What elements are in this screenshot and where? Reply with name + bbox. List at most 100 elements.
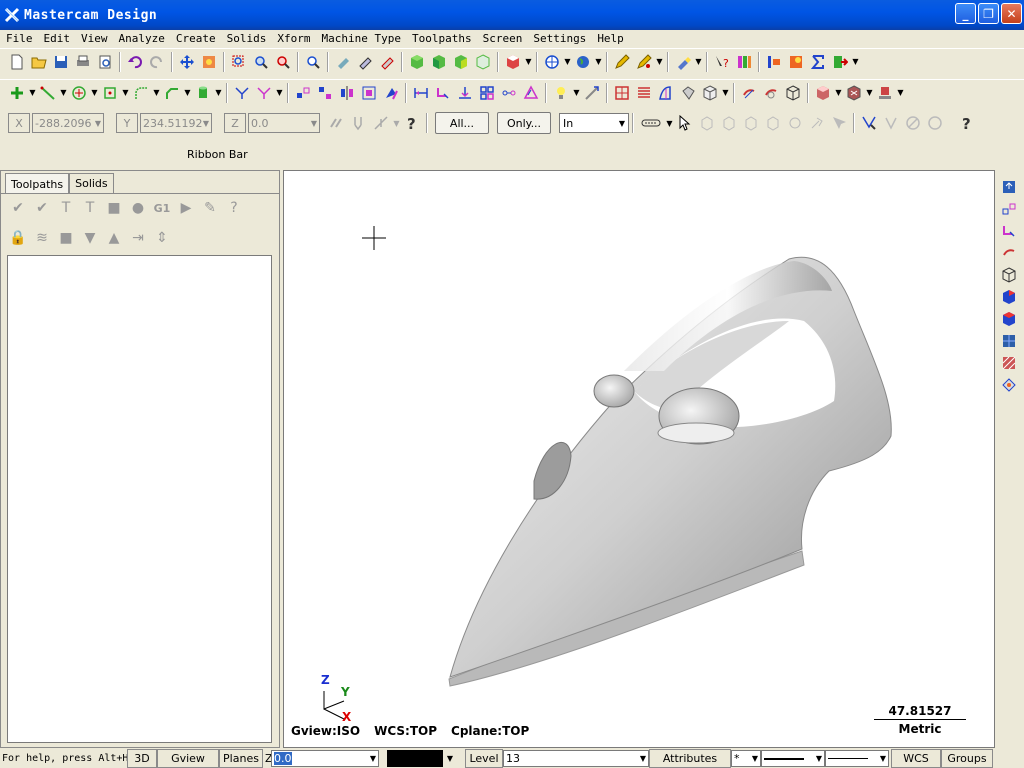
solid-blue-cube-icon[interactable] (996, 308, 1022, 330)
rectangle-icon[interactable] (99, 82, 121, 104)
line-style-select[interactable]: ▼ (761, 750, 825, 767)
context-help-icon[interactable]: ? (711, 51, 733, 73)
hidden-line-icon[interactable] (376, 51, 398, 73)
solid-box-icon[interactable] (782, 82, 804, 104)
select-pick-icon[interactable] (828, 112, 850, 134)
new-file-icon[interactable] (6, 51, 28, 73)
pan-icon[interactable] (176, 51, 198, 73)
select-edge-icon[interactable] (740, 112, 762, 134)
dropdown-arrow-icon[interactable]: ▼ (524, 57, 533, 66)
attributes-button[interactable]: Attributes (649, 749, 731, 768)
move-up-icon[interactable]: ▲ (103, 227, 125, 249)
zoom-out-icon[interactable] (272, 51, 294, 73)
chamfer-icon[interactable] (161, 82, 183, 104)
backplot-icon[interactable]: ■ (103, 197, 125, 219)
dropdown-arrow-icon[interactable]: ▼ (183, 88, 192, 97)
select-face-icon[interactable] (718, 112, 740, 134)
menu-screen[interactable]: Screen (477, 32, 528, 45)
solid-box-icon[interactable] (996, 264, 1022, 286)
dropdown-arrow-icon[interactable]: ▼ (90, 88, 99, 97)
view-side-cube-icon[interactable] (472, 51, 494, 73)
menu-machine-type[interactable]: Machine Type (315, 32, 405, 45)
point-plus-icon[interactable] (6, 82, 28, 104)
dropdown-arrow-icon[interactable]: ▼ (572, 88, 581, 97)
grid-icon[interactable] (611, 82, 633, 104)
solid-revolve-icon[interactable] (760, 82, 782, 104)
trim-multi-icon[interactable] (253, 82, 275, 104)
autocursor-icon[interactable] (348, 112, 370, 134)
select-body-icon[interactable] (762, 112, 784, 134)
xform-chain-icon[interactable] (498, 82, 520, 104)
dropdown-arrow-icon[interactable]: ▼ (851, 57, 860, 66)
machine-icon[interactable] (874, 82, 896, 104)
open-file-icon[interactable] (28, 51, 50, 73)
analyze-icon[interactable] (581, 82, 603, 104)
undo-icon[interactable] (124, 51, 146, 73)
menu-xform[interactable]: Xform (271, 32, 315, 45)
surface-icon[interactable] (655, 82, 677, 104)
fit-icon[interactable] (198, 51, 220, 73)
move-down-icon[interactable]: ▼ (79, 227, 101, 249)
dropdown-arrow-icon[interactable]: ▼ (896, 88, 905, 97)
pencil-multi-icon[interactable] (633, 51, 655, 73)
run-icon[interactable] (829, 51, 851, 73)
circle-icon[interactable] (68, 82, 90, 104)
menu-file[interactable]: File (0, 32, 38, 45)
trim-icon[interactable] (231, 82, 253, 104)
close-button[interactable]: ✕ (1001, 3, 1022, 24)
fast-point-icon[interactable] (326, 112, 348, 134)
verify-icon[interactable]: ● (127, 197, 149, 219)
xform-scale-icon[interactable] (358, 82, 380, 104)
level-button[interactable]: Level (465, 749, 503, 768)
menu-create[interactable]: Create (170, 32, 221, 45)
solid-hatch-icon[interactable] (996, 352, 1022, 374)
view-front-cube-icon[interactable] (450, 51, 472, 73)
toggle-post-icon[interactable]: ■ (55, 227, 77, 249)
z-depth-field[interactable]: 0.0 ▼ (271, 750, 379, 767)
save-icon[interactable] (50, 51, 72, 73)
menu-help[interactable]: Help (591, 32, 629, 45)
help-icon[interactable]: ? (223, 197, 245, 219)
xform-rotate-icon[interactable] (314, 82, 336, 104)
delete-ops-icon[interactable]: ✎ (199, 197, 221, 219)
select-all-button[interactable]: All... (435, 112, 489, 134)
select-loop-icon[interactable] (784, 112, 806, 134)
xform-stretch-icon[interactable] (996, 220, 1022, 242)
dropdown-arrow-icon[interactable]: ▼ (152, 88, 161, 97)
shade-icon[interactable] (332, 51, 354, 73)
levels-icon[interactable] (633, 82, 655, 104)
zoom-fit-icon[interactable] (250, 51, 272, 73)
y-coordinate-field[interactable]: 234.51192 ▼ (140, 113, 212, 133)
select-dirty-ops-icon[interactable]: ✔ (31, 197, 53, 219)
save-icon[interactable] (996, 176, 1022, 198)
operations-list[interactable] (7, 255, 272, 743)
z-coordinate-label[interactable]: Z (224, 113, 246, 133)
dropdown-arrow-icon[interactable]: ▼ (275, 88, 284, 97)
level-field[interactable]: 13 ▼ (503, 750, 649, 767)
view-red-cube-icon[interactable] (502, 51, 524, 73)
planes-button[interactable]: Planes (219, 749, 263, 768)
fillet-icon[interactable] (130, 82, 152, 104)
z-coordinate-field[interactable]: 0.0 ▼ (248, 113, 320, 133)
lightbulb-icon[interactable] (550, 82, 572, 104)
line-icon[interactable] (37, 82, 59, 104)
highlighter-icon[interactable] (672, 51, 694, 73)
xform-stretch-icon[interactable] (432, 82, 454, 104)
xform-offset-icon[interactable] (380, 82, 402, 104)
dropdown-arrow-icon[interactable]: ▼ (121, 88, 130, 97)
redo-icon[interactable] (146, 51, 168, 73)
minimize-button[interactable]: _ (955, 3, 976, 24)
xform-triangle-icon[interactable] (520, 82, 542, 104)
earth-icon[interactable] (572, 51, 594, 73)
dropdown-arrow-icon[interactable]: ▼ (563, 57, 572, 66)
view-top-cube-icon[interactable] (428, 51, 450, 73)
zoom-window-icon[interactable] (228, 51, 250, 73)
dropdown-arrow-icon[interactable]: ▼ (665, 119, 674, 128)
point-style-select[interactable]: * ▼ (731, 750, 761, 767)
cylinder-icon[interactable] (192, 82, 214, 104)
dropdown-arrow-icon[interactable]: ▼ (694, 57, 703, 66)
x-coordinate-field[interactable]: -288.2096 ▼ (32, 113, 104, 133)
view-iso-cube-icon[interactable] (406, 51, 428, 73)
dropdown-arrow-icon[interactable]: ▼ (443, 754, 457, 763)
menu-solids[interactable]: Solids (221, 32, 272, 45)
